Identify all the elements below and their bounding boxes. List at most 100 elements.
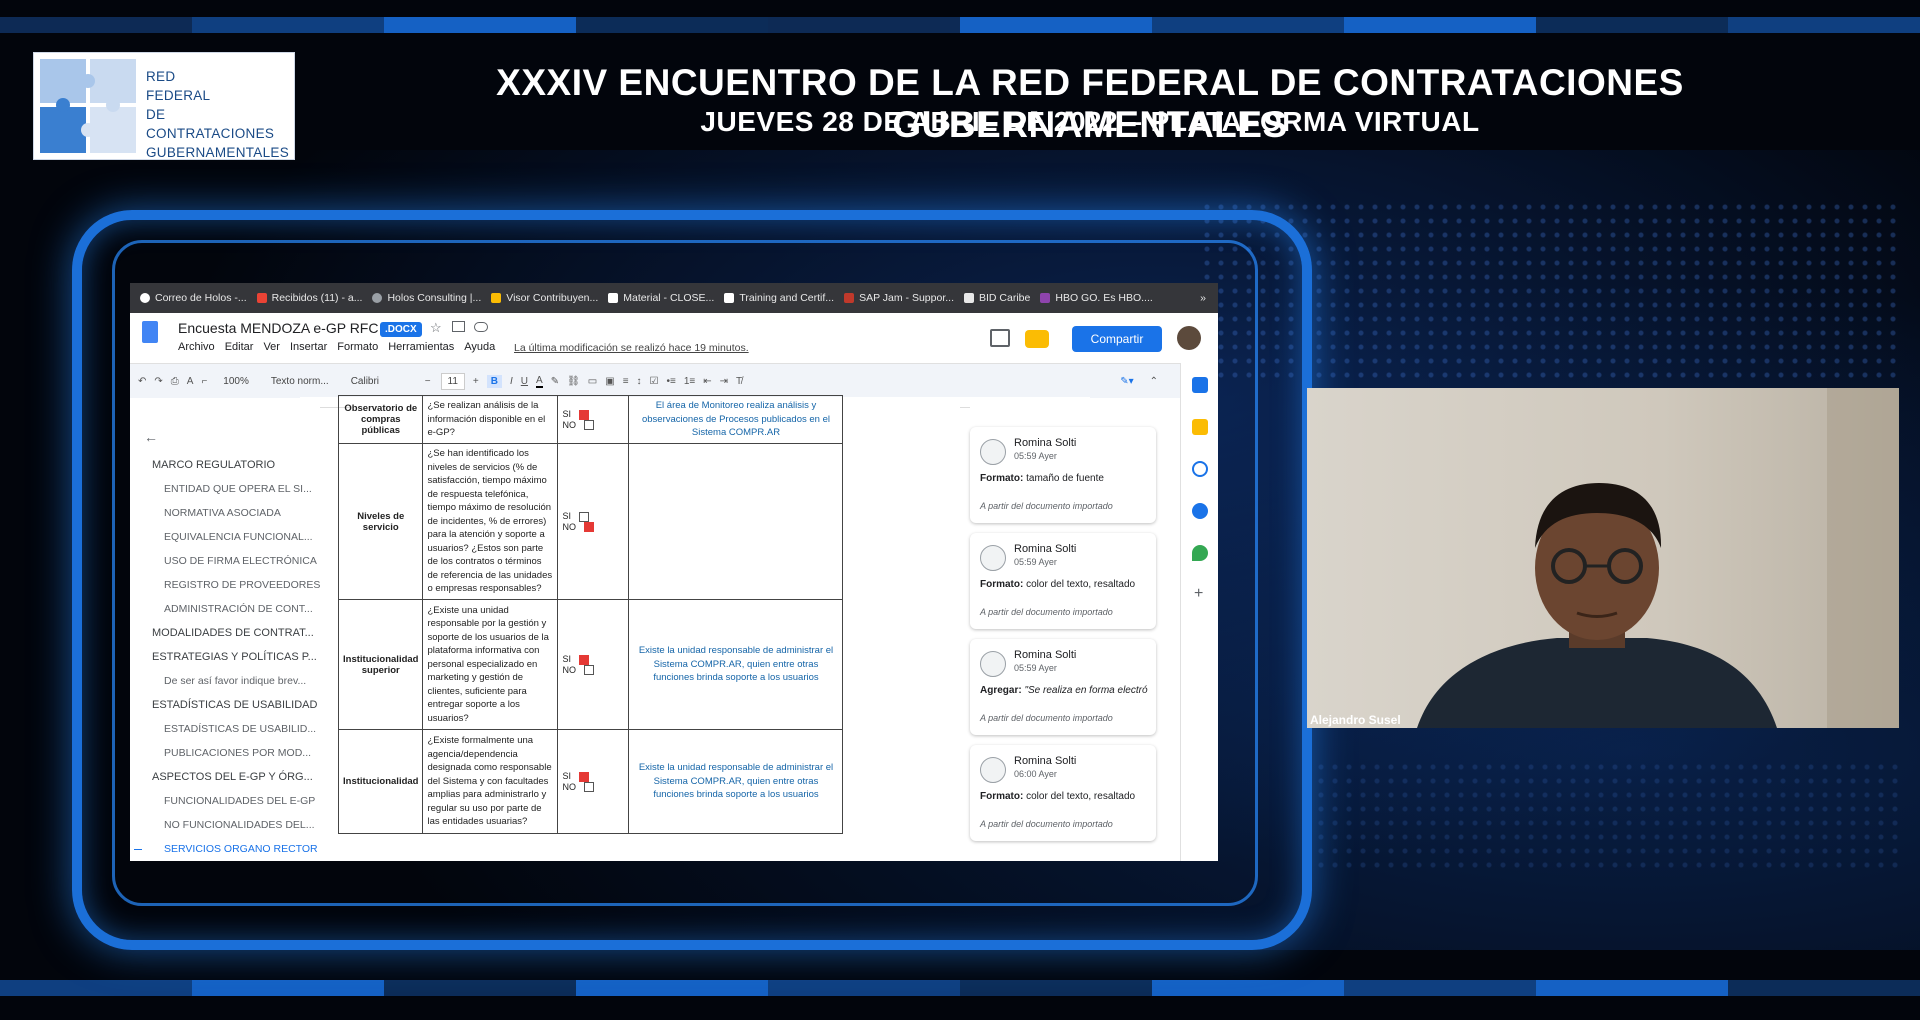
maps-icon[interactable] xyxy=(1192,545,1208,561)
clear-format-icon[interactable]: T̸ xyxy=(736,376,742,387)
text-color-icon[interactable]: A xyxy=(536,375,543,388)
comment-body: "Se realiza en forma electró xyxy=(1021,685,1148,696)
outline-item[interactable]: FUNCIONALIDADES DEL E-GP xyxy=(164,795,315,807)
outline-item[interactable]: PUBLICACIONES POR MOD... xyxy=(164,747,311,759)
menu-ver[interactable]: Ver xyxy=(263,341,280,353)
bookmarks-more-button[interactable]: » xyxy=(1200,292,1206,304)
paint-format-icon[interactable]: ⌐ xyxy=(201,376,207,387)
increase-indent-icon[interactable]: ⇥ xyxy=(720,376,728,387)
outline-item[interactable]: ADMINISTRACIÓN DE CONT... xyxy=(164,603,313,615)
decrease-indent-icon[interactable]: ⇤ xyxy=(703,376,711,387)
add-addon-icon[interactable]: + xyxy=(1194,585,1203,603)
bold-icon[interactable]: B xyxy=(486,374,502,388)
meet-icon[interactable] xyxy=(1025,330,1049,348)
checklist-icon[interactable]: ☑ xyxy=(650,376,659,387)
font-select[interactable]: Calibri xyxy=(345,374,417,389)
star-icon[interactable]: ☆ xyxy=(430,320,442,336)
share-button[interactable]: Compartir xyxy=(1072,326,1162,352)
comment-card[interactable]: Romina Solti 05:59 Ayer Formato: color d… xyxy=(970,533,1156,629)
spellcheck-icon[interactable]: A xyxy=(187,376,194,387)
outline-item[interactable]: De ser así favor indique brev... xyxy=(164,675,306,687)
menu-insertar[interactable]: Insertar xyxy=(290,341,327,353)
comment-card[interactable]: Romina Solti 05:59 Ayer Agregar: "Se rea… xyxy=(970,639,1156,735)
outline-item[interactable]: EQUIVALENCIA FUNCIONAL... xyxy=(164,531,313,543)
row-question: ¿Se realizan análisis de la información … xyxy=(422,395,559,444)
si-label: SI xyxy=(562,770,571,781)
no-checkbox[interactable] xyxy=(583,522,594,533)
line-spacing-icon[interactable]: ↕ xyxy=(637,376,642,387)
italic-icon[interactable]: I xyxy=(510,376,513,387)
no-checkbox[interactable] xyxy=(583,782,594,793)
outline-item[interactable]: MODALIDADES DE CONTRAT... xyxy=(152,627,314,639)
document-title[interactable]: Encuesta MENDOZA e-GP RFC xyxy=(178,320,378,336)
last-modified-link[interactable]: La última modificación se realizó hace 1… xyxy=(514,342,749,354)
avatar[interactable] xyxy=(1177,326,1201,350)
outline-item[interactable]: ENTIDAD QUE OPERA EL SI... xyxy=(164,483,312,495)
bookmark[interactable]: HBO GO. Es HBO.... xyxy=(1040,292,1153,304)
no-checkbox[interactable] xyxy=(583,665,594,676)
menu-editar[interactable]: Editar xyxy=(225,341,254,353)
contacts-icon[interactable] xyxy=(1192,503,1208,519)
decrease-font-icon[interactable]: − xyxy=(425,376,431,387)
bookmark[interactable]: Recibidos (11) - a... xyxy=(256,292,362,304)
bulleted-list-icon[interactable]: •≡ xyxy=(667,376,676,387)
calendar-icon[interactable] xyxy=(1192,377,1208,393)
bookmark[interactable]: Training and Certif... xyxy=(724,292,834,304)
underline-icon[interactable]: U xyxy=(521,376,528,387)
move-icon[interactable] xyxy=(452,321,465,332)
bookmark[interactable]: Visor Contribuyen... xyxy=(491,292,598,304)
bookmark[interactable]: Holos Consulting |... xyxy=(372,292,481,304)
formatting-toolbar: ↶ ↷ ⎙ A ⌐ 100% Texto norm... Calibri − 1… xyxy=(130,363,1218,398)
print-icon[interactable]: ⎙ xyxy=(171,376,179,387)
comment-card[interactable]: Romina Solti 05:59 Ayer Formato: tamaño … xyxy=(970,427,1156,523)
outline-item[interactable]: ESTADÍSTICAS DE USABILIDAD xyxy=(152,699,317,711)
si-checkbox[interactable] xyxy=(579,409,589,420)
outline-item[interactable]: NO FUNCIONALIDADES DEL... xyxy=(164,819,315,831)
tasks-icon[interactable] xyxy=(1192,461,1208,477)
outline-item[interactable]: NORMATIVA ASOCIADA xyxy=(164,507,281,519)
comment-card[interactable]: Romina Solti 06:00 Ayer Formato: color d… xyxy=(970,745,1156,841)
bookmark[interactable]: SAP Jam - Suppor... xyxy=(844,292,954,304)
menu-herramientas[interactable]: Herramientas xyxy=(388,341,454,353)
highlight-icon[interactable]: ✎ xyxy=(551,376,559,387)
comment-footer: A partir del documento importado xyxy=(980,501,1113,511)
comment-footer: A partir del documento importado xyxy=(980,607,1113,617)
outline-item[interactable]: USO DE FIRMA ELECTRÓNICA xyxy=(164,555,317,567)
align-icon[interactable]: ≡ xyxy=(623,376,629,387)
outline-item[interactable]: REGISTRO DE PROVEEDORES xyxy=(164,579,320,591)
si-checkbox[interactable] xyxy=(579,654,589,665)
comment-add-icon[interactable]: ▭ xyxy=(588,376,597,387)
undo-icon[interactable]: ↶ xyxy=(138,376,146,387)
link-icon[interactable]: ⛓ xyxy=(567,376,580,387)
bookmark[interactable]: Correo de Holos -... xyxy=(140,292,247,304)
outline-item[interactable]: ESTRATEGIAS Y POLÍTICAS P... xyxy=(152,651,317,663)
outline-item[interactable]: ASPECTOS DEL E-GP Y ÓRG... xyxy=(152,771,313,783)
docs-icon[interactable] xyxy=(142,321,158,343)
back-arrow-icon[interactable]: ← xyxy=(144,429,158,445)
bookmark[interactable]: Material - CLOSE... xyxy=(608,292,714,304)
increase-font-icon[interactable]: + xyxy=(473,376,479,387)
bookmark[interactable]: BID Caribe xyxy=(964,292,1030,304)
menu-formato[interactable]: Formato xyxy=(337,341,378,353)
outline-item[interactable]: MARCO REGULATORIO xyxy=(152,459,275,471)
zoom-select[interactable]: 100% xyxy=(217,374,255,389)
editing-mode-icon[interactable]: ✎▾ xyxy=(1120,376,1133,387)
font-size-input[interactable]: 11 xyxy=(440,372,465,390)
numbered-list-icon[interactable]: 1≡ xyxy=(684,376,695,387)
folder-icon xyxy=(964,293,974,303)
collapse-menu-icon[interactable]: ⌃ xyxy=(1150,376,1158,387)
comments-icon[interactable] xyxy=(990,329,1010,347)
cloud-status-icon[interactable] xyxy=(474,322,488,332)
si-checkbox[interactable] xyxy=(579,771,589,782)
style-select[interactable]: Texto norm... xyxy=(265,374,335,389)
menu-ayuda[interactable]: Ayuda xyxy=(464,341,495,353)
no-checkbox[interactable] xyxy=(583,420,594,431)
docs-header: Encuesta MENDOZA e-GP RFC .DOCX ☆ Archiv… xyxy=(130,313,1218,363)
outline-item-active[interactable]: SERVICIOS ORGANO RECTOR xyxy=(164,843,318,855)
menu-archivo[interactable]: Archivo xyxy=(178,341,215,353)
redo-icon[interactable]: ↷ xyxy=(154,376,162,387)
image-icon[interactable]: ▣ xyxy=(605,376,614,387)
keep-icon[interactable] xyxy=(1192,419,1208,435)
si-checkbox[interactable] xyxy=(579,511,589,522)
outline-item[interactable]: ESTADÍSTICAS DE USABILID... xyxy=(164,723,316,735)
